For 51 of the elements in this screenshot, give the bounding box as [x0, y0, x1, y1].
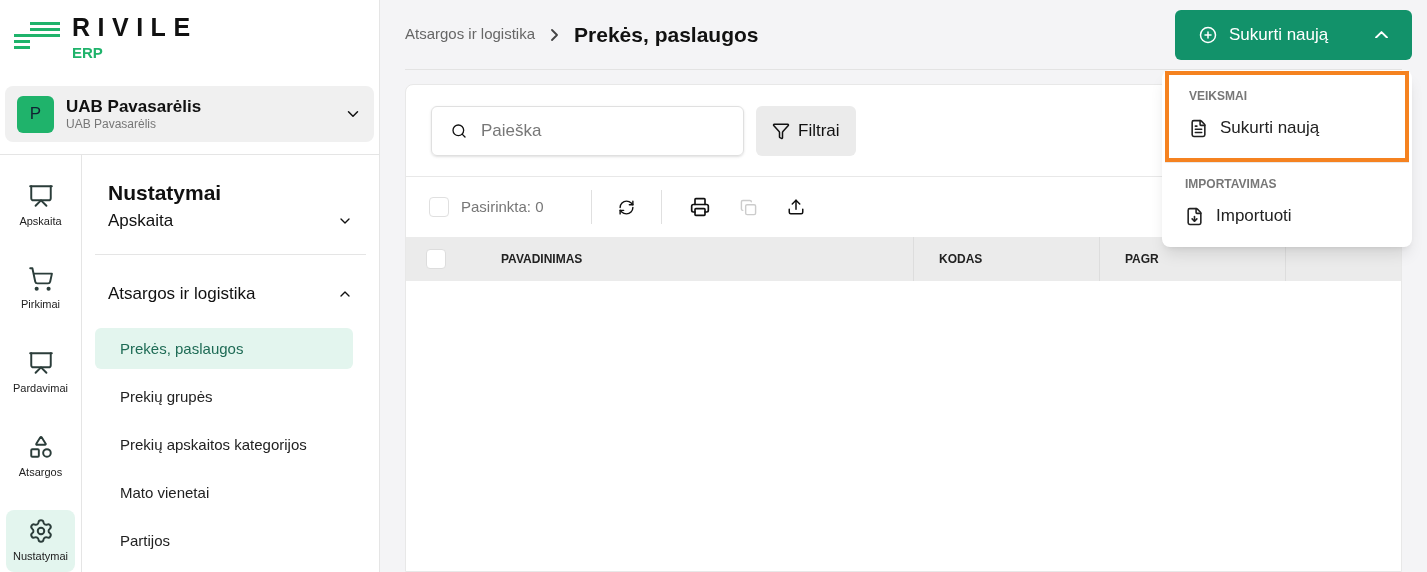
copy-icon — [740, 198, 757, 216]
chevron-up-icon — [1375, 30, 1388, 39]
company-selector[interactable]: P UAB Pavasarėlis UAB Pavasarėlis — [5, 86, 374, 142]
chart-board-icon — [27, 182, 54, 209]
cart-icon — [27, 266, 54, 293]
rail-nav-item[interactable]: Atsargos — [6, 426, 75, 489]
export-button[interactable] — [787, 198, 805, 216]
file-arrow-icon — [1185, 206, 1204, 226]
rail-nav-item[interactable]: Pirkimai — [6, 258, 75, 321]
refresh-icon — [618, 198, 635, 216]
nav-item[interactable]: Prekių grupės — [95, 376, 353, 418]
menu-group-title: IMPORTAVIMAS — [1185, 177, 1278, 192]
settings-icon — [27, 517, 54, 544]
nav-item[interactable]: Prekių apskaitos kategorijos — [95, 424, 353, 466]
menu-item[interactable]: Importuoti — [1185, 192, 1389, 240]
header-checkbox[interactable] — [426, 249, 446, 269]
rail-nav-item[interactable]: Apskaita — [6, 175, 75, 237]
menu-item[interactable]: Sukurti naują — [1189, 104, 1385, 152]
refresh-button[interactable] — [618, 198, 635, 216]
nav-section[interactable]: Atsargos ir logistika — [95, 278, 366, 309]
create-new-button[interactable]: Sukurti naują — [1175, 9, 1412, 60]
menu-group-title: VEIKSMAI — [1189, 89, 1248, 104]
logo-text: RIVILE — [72, 15, 198, 40]
shapes-icon — [27, 434, 54, 461]
filter-icon — [772, 121, 790, 140]
nav-section[interactable]: Apskaita — [95, 206, 366, 236]
rail-nav-item[interactable]: Nustatymai — [6, 510, 75, 572]
filter-button[interactable]: Filtrai — [756, 105, 856, 156]
company-avatar: P — [17, 95, 54, 133]
rail-nav-item[interactable]: Pardavimai — [6, 342, 75, 405]
nav-item[interactable]: Prekės, paslaugos — [95, 328, 353, 370]
search-field[interactable]: Paieška — [431, 105, 744, 156]
column-header: KODAS — [939, 251, 983, 268]
search-icon — [451, 122, 467, 139]
upload-icon — [787, 198, 805, 216]
nav-item[interactable]: Mato vienetai — [95, 472, 353, 514]
column-header: PAGR — [1125, 251, 1159, 268]
page-title: Prekės, paslaugos — [574, 21, 759, 48]
document-icon — [1189, 118, 1208, 138]
column-header: PAVADINIMAS — [501, 251, 583, 268]
logo-subtitle: ERP — [72, 44, 104, 63]
presentation-icon — [27, 350, 54, 377]
nav-item[interactable]: Partijos — [95, 520, 353, 562]
selected-count: Pasirinkta: 0 — [461, 196, 545, 217]
nav-title: Nustatymai — [107, 180, 223, 206]
printer-icon — [690, 197, 710, 217]
plus-circle-icon — [1199, 25, 1217, 44]
chevron-right-icon — [551, 28, 559, 41]
print-button[interactable] — [690, 197, 710, 217]
breadcrumb-link[interactable]: Atsargos ir logistika — [405, 23, 536, 46]
select-all-checkbox[interactable] — [429, 197, 449, 217]
